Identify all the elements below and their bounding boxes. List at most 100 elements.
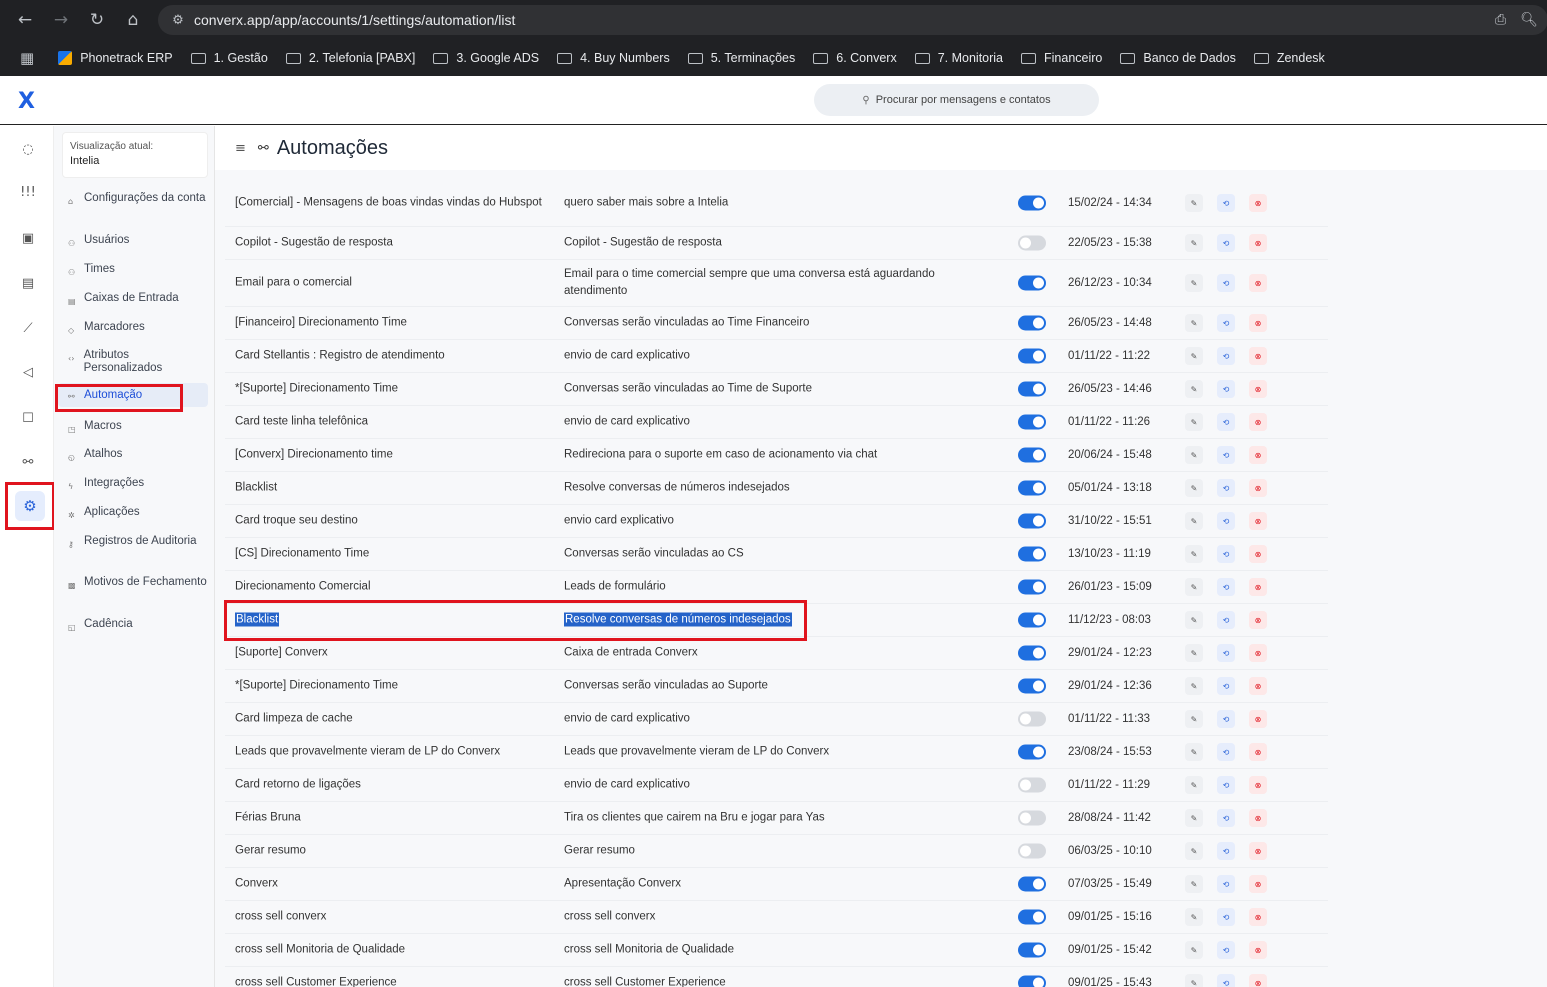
- converx-logo[interactable]: X: [18, 89, 35, 114]
- active-toggle[interactable]: [1018, 235, 1046, 251]
- edit-pencil-icon[interactable]: ✎: [1185, 842, 1203, 860]
- sidebar-item[interactable]: ⚷ Registros de Auditoria: [68, 535, 208, 551]
- clone-icon[interactable]: ⟲: [1217, 710, 1235, 728]
- delete-icon[interactable]: ⊗: [1249, 479, 1267, 497]
- delete-icon[interactable]: ⊗: [1249, 611, 1267, 629]
- contacts-icon[interactable]: ▤: [18, 273, 38, 293]
- sidebar-item[interactable]: ◱ Cadência: [68, 618, 208, 634]
- clone-icon[interactable]: ⟲: [1217, 446, 1235, 464]
- delete-icon[interactable]: ⊗: [1249, 314, 1267, 332]
- edit-pencil-icon[interactable]: ✎: [1185, 413, 1203, 431]
- clone-icon[interactable]: ⟲: [1217, 842, 1235, 860]
- clone-icon[interactable]: ⟲: [1217, 479, 1235, 497]
- sidebar-item[interactable]: ▤ Caixas de Entrada: [68, 292, 208, 308]
- reload-icon[interactable]: ↻: [79, 0, 115, 40]
- active-toggle[interactable]: [1018, 513, 1046, 529]
- active-toggle[interactable]: [1018, 381, 1046, 397]
- delete-icon[interactable]: ⊗: [1249, 545, 1267, 563]
- edit-pencil-icon[interactable]: ✎: [1185, 194, 1203, 212]
- delete-icon[interactable]: ⊗: [1249, 941, 1267, 959]
- automation-nav-icon[interactable]: ⚯: [18, 452, 38, 472]
- kanban-icon[interactable]: ▣: [18, 228, 38, 248]
- delete-icon[interactable]: ⊗: [1249, 743, 1267, 761]
- delete-icon[interactable]: ⊗: [1249, 578, 1267, 596]
- edit-pencil-icon[interactable]: ✎: [1185, 974, 1203, 987]
- active-toggle[interactable]: [1018, 315, 1046, 331]
- menu-icon[interactable]: ≡: [235, 141, 246, 156]
- edit-pencil-icon[interactable]: ✎: [1185, 446, 1203, 464]
- active-toggle[interactable]: [1018, 876, 1046, 892]
- home-icon[interactable]: ⌂: [115, 0, 151, 40]
- delete-icon[interactable]: ⊗: [1249, 234, 1267, 252]
- clone-icon[interactable]: ⟲: [1217, 234, 1235, 252]
- edit-pencil-icon[interactable]: ✎: [1185, 644, 1203, 662]
- bookmark-item[interactable]: Zendesk: [1253, 51, 1325, 65]
- delete-icon[interactable]: ⊗: [1249, 274, 1267, 292]
- active-toggle[interactable]: [1018, 348, 1046, 364]
- delete-icon[interactable]: ⊗: [1249, 908, 1267, 926]
- edit-pencil-icon[interactable]: ✎: [1185, 941, 1203, 959]
- edit-pencil-icon[interactable]: ✎: [1185, 380, 1203, 398]
- delete-icon[interactable]: ⊗: [1249, 644, 1267, 662]
- bookmark-item[interactable]: 6. Converx: [813, 51, 897, 65]
- delete-icon[interactable]: ⊗: [1249, 842, 1267, 860]
- active-toggle[interactable]: [1018, 447, 1046, 463]
- active-toggle[interactable]: [1018, 579, 1046, 595]
- edit-pencil-icon[interactable]: ✎: [1185, 776, 1203, 794]
- active-toggle[interactable]: [1018, 975, 1046, 987]
- delete-icon[interactable]: ⊗: [1249, 809, 1267, 827]
- active-toggle[interactable]: [1018, 942, 1046, 958]
- delete-icon[interactable]: ⊗: [1249, 776, 1267, 794]
- sidebar-item[interactable]: ✲ Aplicações: [68, 506, 208, 522]
- delete-icon[interactable]: ⊗: [1249, 194, 1267, 212]
- clone-icon[interactable]: ⟲: [1217, 413, 1235, 431]
- edit-pencil-icon[interactable]: ✎: [1185, 545, 1203, 563]
- edit-pencil-icon[interactable]: ✎: [1185, 809, 1203, 827]
- clone-icon[interactable]: ⟲: [1217, 611, 1235, 629]
- bookmark-item[interactable]: Phonetrack ERP: [58, 51, 173, 65]
- edit-pencil-icon[interactable]: ✎: [1185, 611, 1203, 629]
- active-toggle[interactable]: [1018, 480, 1046, 496]
- edit-pencil-icon[interactable]: ✎: [1185, 677, 1203, 695]
- active-toggle[interactable]: [1018, 744, 1046, 760]
- sidebar-item[interactable]: ◇ Marcadores: [68, 321, 208, 337]
- clone-icon[interactable]: ⟲: [1217, 380, 1235, 398]
- active-toggle[interactable]: [1018, 275, 1046, 291]
- reports-icon[interactable]: ⟋: [18, 318, 38, 338]
- clone-icon[interactable]: ⟲: [1217, 347, 1235, 365]
- clone-icon[interactable]: ⟲: [1217, 194, 1235, 212]
- active-toggle[interactable]: [1018, 195, 1046, 211]
- clone-icon[interactable]: ⟲: [1217, 776, 1235, 794]
- bookmark-item[interactable]: Banco de Dados: [1120, 51, 1236, 65]
- address-bar[interactable]: ⚙ converx.app/app/accounts/1/settings/au…: [158, 5, 1547, 35]
- delete-icon[interactable]: ⊗: [1249, 512, 1267, 530]
- active-toggle[interactable]: [1018, 546, 1046, 562]
- back-arrow-icon[interactable]: ←: [7, 0, 43, 40]
- edit-pencil-icon[interactable]: ✎: [1185, 908, 1203, 926]
- active-toggle[interactable]: [1018, 678, 1046, 694]
- clone-icon[interactable]: ⟲: [1217, 578, 1235, 596]
- delete-icon[interactable]: ⊗: [1249, 710, 1267, 728]
- bookmark-item[interactable]: 2. Telefonia [PABX]: [285, 51, 415, 65]
- current-view-card[interactable]: Visualização atual: Intelia: [62, 132, 208, 178]
- clone-icon[interactable]: ⟲: [1217, 809, 1235, 827]
- conversations-icon[interactable]: ◌: [18, 139, 38, 159]
- clone-icon[interactable]: ⟲: [1217, 545, 1235, 563]
- clone-icon[interactable]: ⟲: [1217, 274, 1235, 292]
- clone-icon[interactable]: ⟲: [1217, 677, 1235, 695]
- clone-icon[interactable]: ⟲: [1217, 512, 1235, 530]
- site-info-icon[interactable]: ⚙: [162, 13, 194, 28]
- bookmark-item[interactable]: 5. Terminações: [687, 51, 795, 65]
- active-toggle[interactable]: [1018, 843, 1046, 859]
- settings-gear-icon[interactable]: ⚙: [15, 491, 45, 521]
- edit-pencil-icon[interactable]: ✎: [1185, 578, 1203, 596]
- sidebar-item[interactable]: ‹› Atributos Personalizados: [68, 349, 208, 375]
- sidebar-item[interactable]: ▩ Motivos de Fechamento: [68, 576, 208, 592]
- active-toggle[interactable]: [1018, 810, 1046, 826]
- delete-icon[interactable]: ⊗: [1249, 974, 1267, 987]
- delete-icon[interactable]: ⊗: [1249, 677, 1267, 695]
- edit-pencil-icon[interactable]: ✎: [1185, 743, 1203, 761]
- clone-icon[interactable]: ⟲: [1217, 875, 1235, 893]
- sidebar-item[interactable]: ⚇ Times: [68, 263, 208, 279]
- edit-pencil-icon[interactable]: ✎: [1185, 314, 1203, 332]
